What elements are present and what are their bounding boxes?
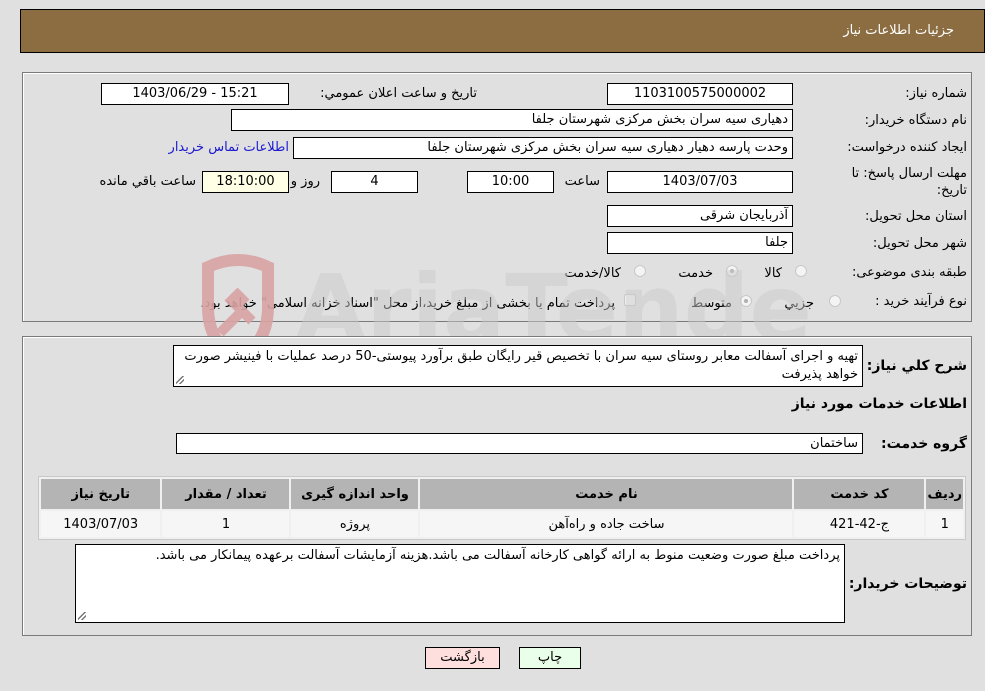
resize-grip-icon[interactable] bbox=[78, 612, 86, 620]
purchase-type-label: نوع فرآیند خرید : bbox=[875, 294, 967, 309]
buyer-contact-link[interactable]: اطلاعات تماس خريدار bbox=[169, 140, 289, 155]
treasury-checkbox-label: پرداخت تمام یا بخشی از مبلغ خرید،از محل … bbox=[200, 296, 615, 311]
treasury-checkbox[interactable] bbox=[624, 294, 636, 306]
services-table: رديف کد خدمت نام خدمت واحد اندازه گیری ت… bbox=[38, 476, 966, 540]
need-number-label: شماره نیاز: bbox=[905, 86, 967, 101]
purchase-radio-minor[interactable] bbox=[829, 295, 841, 307]
services-heading: اطلاعات خدمات مورد نياز bbox=[791, 396, 967, 412]
deadline-time-label: ساعت bbox=[564, 174, 600, 189]
province-field: آذربایجان شرقی bbox=[607, 205, 793, 227]
table-header-row: رديف کد خدمت نام خدمت واحد اندازه گیری ت… bbox=[41, 479, 963, 509]
purchase-radio-medium[interactable] bbox=[740, 295, 752, 307]
description-textarea[interactable]: تهیه و اجرای آسفالت معابر روستای سیه سرا… bbox=[173, 345, 863, 387]
col-row-number: رديف bbox=[926, 479, 963, 509]
print-button[interactable]: چاپ bbox=[519, 647, 581, 669]
cell-unit: پروژه bbox=[291, 511, 419, 537]
resize-grip-icon[interactable] bbox=[176, 376, 184, 384]
announce-datetime-label: تاریخ و ساعت اعلان عمومي: bbox=[320, 86, 477, 101]
buyer-notes-label: توضیحات خریدار: bbox=[848, 576, 967, 592]
purchase-option-medium: متوسط bbox=[691, 296, 732, 311]
deadline-time-field: 10:00 bbox=[467, 171, 554, 193]
category-option-goods: کالا bbox=[764, 266, 782, 281]
page-header: جزئیات اطلاعات نیاز bbox=[20, 9, 985, 53]
category-option-service: خدمت bbox=[678, 266, 713, 281]
description-label: شرح كلي نياز: bbox=[866, 358, 967, 374]
service-group-label: گروه خدمت: bbox=[881, 436, 967, 452]
remaining-days-field: 4 bbox=[331, 171, 418, 193]
col-service-name: نام خدمت bbox=[420, 479, 793, 509]
province-label: استان محل تحویل: bbox=[865, 209, 967, 224]
cell-row-number: 1 bbox=[926, 511, 963, 537]
cell-service-name: ساخت جاده و راه‌آهن bbox=[420, 511, 793, 537]
category-radio-goods-service[interactable] bbox=[634, 265, 646, 277]
remaining-time-field: 18:10:00 bbox=[202, 171, 289, 193]
col-service-code: کد خدمت bbox=[794, 479, 925, 509]
requester-label: ایجاد کننده درخواست: bbox=[847, 140, 967, 155]
category-radio-goods[interactable] bbox=[795, 265, 807, 277]
category-label: طبقه بندی موضوعی: bbox=[851, 265, 967, 280]
days-label: روز و bbox=[290, 174, 320, 189]
deadline-date-field: 1403/07/03 bbox=[607, 171, 793, 193]
cell-quantity: 1 bbox=[162, 511, 290, 537]
remaining-time-label: ساعت باقي مانده bbox=[99, 174, 196, 189]
cell-need-date: 1403/07/03 bbox=[41, 511, 161, 537]
category-option-goods-service: کالا/خدمت bbox=[564, 266, 621, 281]
buyer-org-field: دهیاری سیه سران بخش مرکزی شهرستان جلفا bbox=[231, 109, 793, 131]
city-field: جلفا bbox=[607, 232, 793, 254]
deadline-label: مهلت ارسال پاسخ: تا تاریخ: bbox=[851, 166, 967, 198]
announce-datetime-field: 1403/06/29 - 15:21 bbox=[101, 83, 289, 105]
cell-service-code: ج-42-421 bbox=[794, 511, 925, 537]
buyer-org-label: نام دستگاه خريدار: bbox=[864, 113, 967, 128]
buyer-notes-textarea[interactable]: پرداخت مبلغ صورت وضعیت منوط به ارائه گوا… bbox=[75, 544, 845, 623]
purchase-option-minor: جزيي bbox=[784, 296, 814, 311]
city-label: شهر محل تحویل: bbox=[872, 236, 967, 251]
page-title: جزئیات اطلاعات نیاز bbox=[843, 23, 954, 38]
requester-field: وحدت پارسه دهیار دهیاری سیه سران بخش مرک… bbox=[293, 137, 793, 159]
category-radio-service[interactable] bbox=[726, 265, 738, 277]
table-row: 1 ج-42-421 ساخت جاده و راه‌آهن پروژه 1 1… bbox=[41, 511, 963, 537]
col-need-date: تاریخ نیاز bbox=[41, 479, 161, 509]
col-quantity: تعداد / مقدار bbox=[162, 479, 290, 509]
buyer-notes-text: پرداخت مبلغ صورت وضعیت منوط به ارائه گوا… bbox=[155, 548, 840, 563]
col-unit: واحد اندازه گیری bbox=[291, 479, 419, 509]
need-number-field: 1103100575000002 bbox=[607, 83, 793, 105]
description-text: تهیه و اجرای آسفالت معابر روستای سیه سرا… bbox=[184, 349, 858, 382]
service-group-field: ساختمان bbox=[176, 433, 863, 454]
back-button[interactable]: بازگشت bbox=[425, 647, 500, 669]
